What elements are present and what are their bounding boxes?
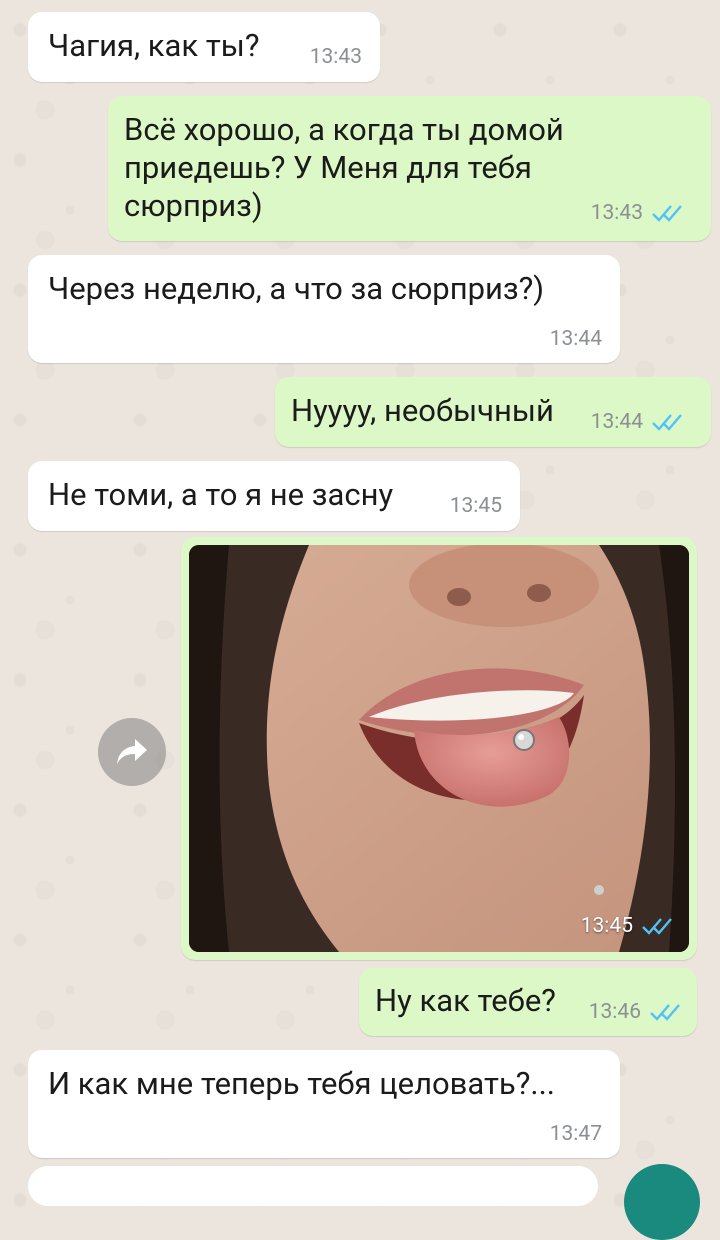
double-check-icon (650, 1004, 680, 1021)
time-label: 13:47 (549, 1122, 602, 1146)
message-bubble-incoming[interactable]: Не томи, а то я не засну 13:45 (28, 461, 520, 531)
time-label: 13:45 (449, 494, 502, 518)
message-text: Ну как тебе? (375, 982, 556, 1019)
message-time: 13:43 (591, 201, 685, 225)
message-time: 13:47 (550, 1122, 602, 1146)
forward-button[interactable] (98, 718, 166, 786)
message-time: 13:45 (450, 494, 502, 518)
message-text: Не томи, а то я не засну (48, 476, 394, 513)
time-label: 13:44 (590, 410, 643, 434)
message-bubble-outgoing[interactable]: Нуууу, необычный 13:44 (275, 377, 711, 447)
message-bubble-incoming[interactable]: Чагия, как ты? 13:43 (28, 12, 380, 82)
message-input[interactable] (28, 1166, 598, 1206)
message-bubble-incoming[interactable]: И как мне теперь тебя целовать?... 13:47 (28, 1050, 620, 1158)
message-text: И как мне теперь тебя целовать?... (48, 1065, 555, 1102)
time-label: 13:43 (590, 201, 643, 225)
time-label: 13:46 (588, 1000, 641, 1024)
message-time: 13:45 (581, 914, 675, 938)
double-check-icon (652, 414, 682, 431)
forward-arrow-icon (117, 739, 147, 764)
double-check-icon (652, 205, 682, 222)
time-label: 13:44 (549, 327, 602, 351)
message-time: 13:43 (310, 45, 362, 69)
message-bubble-outgoing[interactable]: Всё хорошо, а когда ты домой приедешь? У… (108, 96, 711, 241)
photo-illustration (189, 545, 689, 952)
message-bubble-incoming[interactable]: Через неделю, а что за сюрприз?) 13:44 (28, 255, 620, 363)
time-label: 13:45 (580, 914, 633, 938)
photo-message[interactable]: 13:45 (181, 537, 697, 960)
time-label: 13:43 (309, 45, 362, 69)
chat-area: Чагия, как ты? 13:43 Всё хорошо, а когда… (0, 0, 720, 1240)
message-time: 13:46 (589, 1000, 683, 1024)
double-check-icon (642, 918, 672, 935)
message-time: 13:44 (591, 410, 685, 434)
message-text: Чагия, как ты? (48, 27, 260, 64)
message-time: 13:44 (550, 327, 602, 351)
message-text: Всё хорошо, а когда ты домой приедешь? У… (124, 111, 564, 224)
photo-image[interactable] (189, 545, 689, 952)
mic-button[interactable] (624, 1164, 700, 1240)
message-text: Через неделю, а что за сюрприз?) (48, 270, 545, 307)
message-bubble-outgoing[interactable]: Ну как тебе? 13:46 (359, 968, 697, 1036)
message-text: Нуууу, необычный (291, 392, 554, 429)
